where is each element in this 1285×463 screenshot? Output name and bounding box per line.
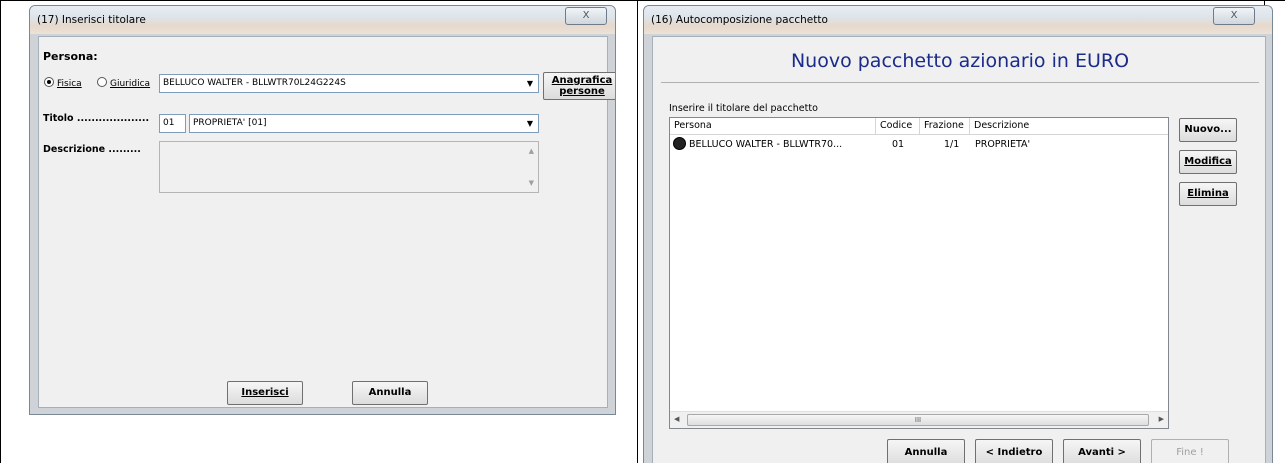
heading-separator	[661, 82, 1259, 83]
row-persona: BELLUCO WALTER - BLLWTR70...	[689, 139, 843, 150]
row-descrizione: PROPRIETA'	[975, 139, 1031, 150]
annulla-button[interactable]: Annulla	[887, 439, 965, 463]
avanti-button[interactable]: Avanti >	[1063, 439, 1141, 463]
indietro-button[interactable]: < Indietro	[975, 439, 1053, 463]
dialog-client-area: Persona: Fisica Giuridica BELLUCO WALTER…	[38, 36, 615, 408]
nuovo-label: Nuovo...	[1184, 124, 1232, 135]
radio-selected-icon	[44, 77, 54, 87]
close-button[interactable]: X	[565, 7, 607, 25]
column-header-persona[interactable]: Persona	[670, 118, 876, 135]
window-title: (16) Autocomposizione pacchetto	[651, 14, 828, 26]
persona-value: BELLUCO WALTER - BLLWTR70L24G224S	[163, 78, 346, 88]
radio-giuridica[interactable]: Giuridica	[97, 77, 150, 89]
autocomposizione-pacchetto-wizard: (16) Autocomposizione pacchetto X Nuovo …	[643, 5, 1273, 463]
persona-label: Persona:	[43, 50, 98, 63]
chevron-down-icon[interactable]: ▼	[522, 115, 538, 132]
row-codice: 01	[892, 139, 905, 150]
nuovo-button[interactable]: Nuovo...	[1179, 118, 1237, 142]
inserisci-titolare-dialog: (17) Inserisci titolare X Persona: Fisic…	[29, 5, 616, 415]
chevron-down-icon[interactable]: ▼	[522, 75, 538, 92]
title-bar: (16) Autocomposizione pacchetto X	[644, 6, 1272, 34]
close-icon: X	[582, 10, 590, 21]
panel-divider	[637, 0, 638, 463]
inserisci-label: Inserisci	[241, 387, 289, 398]
modifica-label: Modifica	[1184, 156, 1232, 167]
titolo-code-input[interactable]: 01	[159, 114, 186, 133]
column-header-frazione[interactable]: Frazione	[920, 118, 970, 135]
annulla-button[interactable]: Annulla	[352, 381, 428, 405]
wizard-client-area: Nuovo pacchetto azionario in EURO Inseri…	[652, 36, 1266, 463]
anagrafica-persone-button[interactable]: Anagrafica persone	[543, 72, 615, 100]
descrizione-label: Descrizione .........	[43, 144, 141, 155]
radio-fisica[interactable]: Fisica	[44, 77, 82, 89]
window-title: (17) Inserisci titolare	[37, 14, 146, 26]
horizontal-scrollbar[interactable]: ◀ III ▶	[670, 411, 1168, 428]
row-frazione: 1/1	[944, 139, 960, 150]
radio-fisica-label: Fisica	[57, 79, 82, 89]
elimina-button[interactable]: Elimina	[1179, 182, 1237, 206]
titolari-listview[interactable]: Persona Codice Frazione Descrizione BELL…	[669, 117, 1169, 429]
titolo-code-value: 01	[163, 118, 175, 128]
modifica-button[interactable]: Modifica	[1179, 150, 1237, 174]
fine-button[interactable]: Fine !	[1151, 439, 1229, 463]
annulla-label: Annulla	[368, 387, 412, 398]
persona-dropdown[interactable]: BELLUCO WALTER - BLLWTR70L24G224S ▼	[159, 74, 539, 93]
scroll-down-icon: ▼	[528, 179, 534, 187]
title-bar: (17) Inserisci titolare X	[30, 6, 615, 34]
person-icon	[673, 137, 686, 150]
elimina-label: Elimina	[1187, 188, 1229, 199]
scroll-up-icon: ▲	[528, 147, 534, 155]
annulla-label: Annulla	[904, 447, 948, 458]
list-caption: Inserire il titolare del pacchetto	[669, 103, 818, 114]
column-header-descrizione[interactable]: Descrizione	[970, 118, 1168, 135]
indietro-label: < Indietro	[985, 447, 1043, 458]
descrizione-textarea[interactable]: ▲ ▼	[159, 141, 539, 193]
titolo-label: Titolo ....................	[43, 113, 150, 124]
scrollbar-thumb[interactable]: III	[687, 414, 1149, 426]
close-icon: X	[1230, 10, 1238, 21]
titolo-dropdown[interactable]: PROPRIETA' [01] ▼	[189, 114, 539, 133]
fine-label: Fine !	[1176, 447, 1204, 458]
radio-giuridica-label: Giuridica	[110, 79, 151, 89]
anagrafica-label-2: persone	[559, 86, 605, 97]
anagrafica-label-1: Anagrafica	[551, 75, 613, 86]
scroll-right-icon[interactable]: ▶	[1159, 415, 1164, 423]
avanti-label: Avanti >	[1078, 447, 1126, 458]
titolo-value: PROPRIETA' [01]	[193, 118, 267, 128]
inserisci-button[interactable]: Inserisci	[227, 381, 303, 405]
column-header-codice[interactable]: Codice	[876, 118, 920, 135]
wizard-heading: Nuovo pacchetto azionario in EURO	[790, 50, 1130, 72]
close-button[interactable]: X	[1213, 7, 1255, 25]
radio-unselected-icon	[97, 77, 107, 87]
scroll-left-icon[interactable]: ◀	[674, 415, 679, 423]
